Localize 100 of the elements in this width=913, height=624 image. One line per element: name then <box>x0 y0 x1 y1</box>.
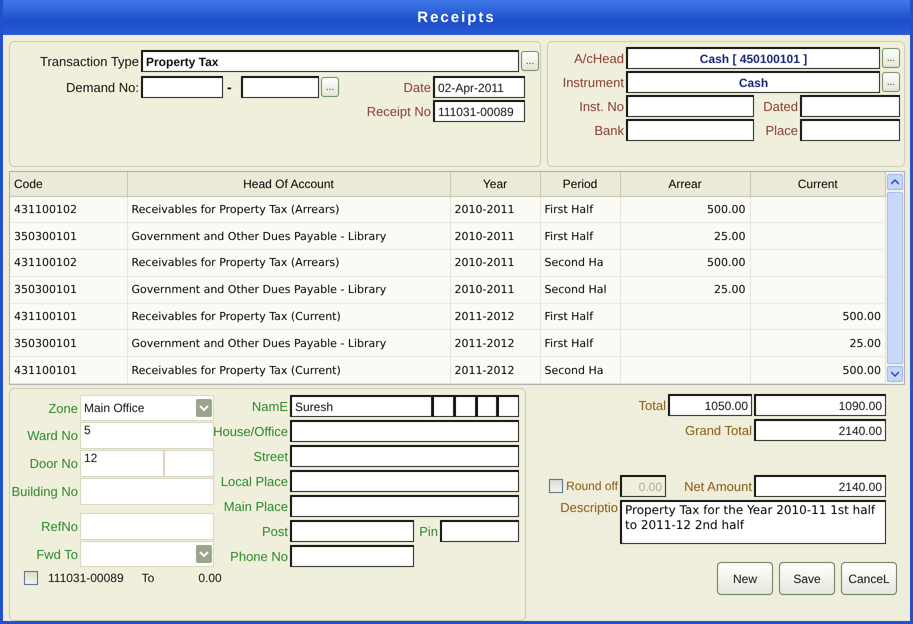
table-cell: 2010-2011 <box>450 196 540 223</box>
name-part-field[interactable] <box>432 395 454 417</box>
action-button[interactable]: CanceL <box>841 562 897 595</box>
checkbox[interactable] <box>549 479 564 493</box>
table-cell: 25.00 <box>750 330 886 357</box>
local-place-field[interactable] <box>290 470 519 492</box>
table-cell: 431100102 <box>10 250 127 276</box>
browse-button[interactable]: ... <box>521 51 539 71</box>
demand-number-field[interactable] <box>141 76 223 98</box>
table-cell: 2010-2011 <box>450 250 540 276</box>
table-cell: 500.00 <box>620 196 750 223</box>
total-arrear-field[interactable]: 1050.00 <box>668 394 752 416</box>
table-cell: 500.00 <box>750 303 886 330</box>
scroll-thumb[interactable] <box>887 192 903 364</box>
table-cell: 500.00 <box>620 250 750 276</box>
table-cell: 2011-2012 <box>450 303 540 330</box>
name-field[interactable]: Suresh <box>290 395 432 417</box>
net-amount-field[interactable]: 2140.00 <box>754 475 886 497</box>
table-cell: 25.00 <box>620 222 750 250</box>
instrument-field[interactable]: Cash <box>626 71 880 93</box>
field-label: Date <box>404 80 431 94</box>
separator-text: - <box>227 79 233 95</box>
house-field[interactable] <box>290 420 519 442</box>
scroll-down-icon[interactable] <box>887 366 903 382</box>
table-cell: 350300101 <box>10 222 127 250</box>
door-suffix-field[interactable] <box>164 450 214 477</box>
account-head-field[interactable]: Cash [ 450100101 ] <box>626 47 880 69</box>
total-current-field[interactable]: 1090.00 <box>754 394 886 416</box>
column-header[interactable]: Year <box>450 172 540 196</box>
field-label: House/Office <box>213 424 288 438</box>
door-number-field[interactable]: 12 <box>80 450 164 477</box>
main-place-field[interactable] <box>290 495 519 517</box>
table-cell: Receivables for Property Tax (Current) <box>127 303 450 330</box>
table-cell: 2010-2011 <box>450 276 540 304</box>
field-label: Total <box>638 398 666 412</box>
action-button[interactable]: New <box>717 562 773 595</box>
column-header[interactable]: Period <box>540 172 620 196</box>
browse-button[interactable]: ... <box>321 77 339 97</box>
name-part-field[interactable] <box>476 395 498 417</box>
column-header[interactable]: Current <box>750 172 886 196</box>
field-label: Local Place <box>220 474 288 488</box>
field-label: Place <box>765 122 798 138</box>
reference-number-field[interactable] <box>80 513 214 540</box>
table-cell: 2011-2012 <box>450 330 540 357</box>
pin-field[interactable] <box>440 520 519 542</box>
field-label: Inst. No <box>579 98 624 114</box>
table-cell: Government and Other Dues Payable - Library <box>127 276 450 304</box>
field-label: Transaction Type <box>40 54 139 68</box>
window-title: Receipts <box>417 9 496 26</box>
demand-number-field[interactable] <box>241 76 319 98</box>
amount-text: 0.00 <box>198 571 222 585</box>
ward-number-field[interactable]: 5 <box>80 422 214 449</box>
building-number-field[interactable] <box>80 478 214 505</box>
vertical-scrollbar[interactable] <box>886 172 904 384</box>
table-cell: 350300101 <box>10 330 127 357</box>
name-part-field[interactable] <box>454 395 476 417</box>
table-cell: 431100101 <box>10 356 127 384</box>
field-label: Bank <box>594 122 624 138</box>
field-label: Instrument <box>562 74 624 90</box>
post-field[interactable] <box>290 520 414 542</box>
instrument-number-field[interactable] <box>626 95 754 117</box>
grand-total-field[interactable]: 2140.00 <box>754 419 886 441</box>
checkbox[interactable] <box>24 571 38 585</box>
phone-field[interactable] <box>290 545 414 567</box>
column-header[interactable]: Arrear <box>620 172 750 196</box>
forward-to-dropdown[interactable] <box>80 541 214 567</box>
field-label: Receipt No <box>366 104 431 118</box>
name-part-field[interactable] <box>497 395 519 417</box>
table-cell: Receivables for Property Tax (Current) <box>127 356 450 384</box>
table-cell: Second Ha <box>540 356 620 384</box>
transaction-type-field[interactable]: Property Tax <box>141 50 519 72</box>
browse-button[interactable]: ... <box>882 72 900 92</box>
column-header[interactable]: Head Of Account <box>127 172 450 196</box>
bank-field[interactable] <box>626 119 754 141</box>
table-cell: First Half <box>540 330 620 357</box>
field-label: Ward No <box>27 428 78 443</box>
column-header[interactable]: Code <box>10 172 127 196</box>
table-cell: Second Hal <box>540 276 620 304</box>
place-field[interactable] <box>800 119 900 141</box>
field-label: Pin <box>419 524 438 538</box>
table-cell: Second Ha <box>540 250 620 276</box>
action-button[interactable]: Save <box>779 562 835 595</box>
table-cell: 2010-2011 <box>450 222 540 250</box>
browse-button[interactable]: ... <box>882 48 900 68</box>
field-label: Main Place <box>224 498 288 514</box>
date-field[interactable]: 02-Apr-2011 <box>433 76 525 98</box>
zone-dropdown[interactable]: Main Office <box>80 395 214 421</box>
dated-field[interactable] <box>800 95 900 117</box>
description-field[interactable]: Property Tax for the Year 2010-11 1st half to 2011-12 2nd half <box>620 500 886 544</box>
table-cell: First Half <box>540 196 620 223</box>
table-cell: Receivables for Property Tax (Arrears) <box>127 196 450 223</box>
table-cell: Receivables for Property Tax (Arrears) <box>127 250 450 276</box>
street-field[interactable] <box>290 445 519 467</box>
table-cell: Government and Other Dues Payable - Library <box>127 330 450 357</box>
receipt-number-text: 111031-00089 <box>48 571 124 585</box>
scroll-up-icon[interactable] <box>887 174 903 190</box>
table-cell: 25.00 <box>620 276 750 304</box>
receipt-number-field[interactable]: 111031-00089 <box>433 100 525 122</box>
table-cell: 500.00 <box>750 356 886 384</box>
table-cell: First Half <box>540 222 620 250</box>
